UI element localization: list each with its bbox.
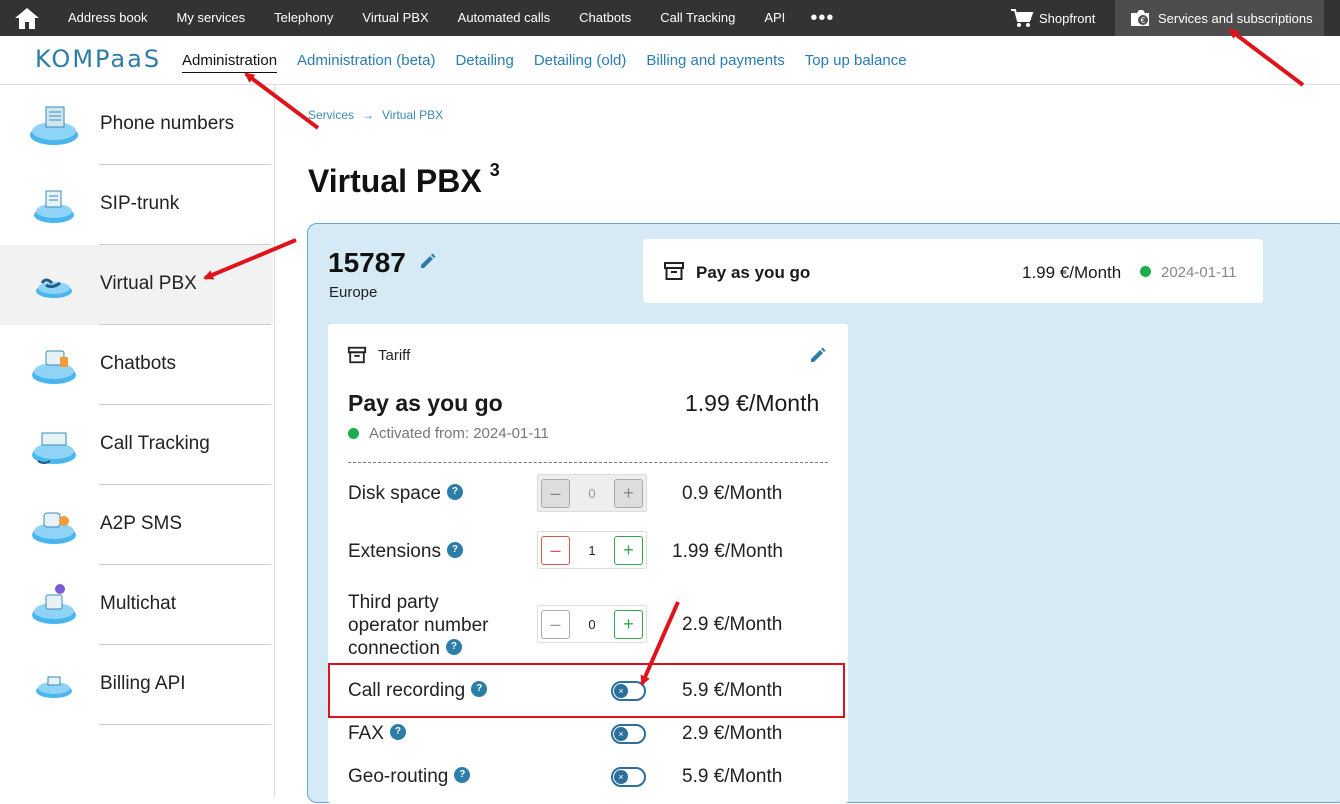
arrow-to-subscriptions (1228, 28, 1305, 87)
arrow-to-call-recording (640, 601, 680, 686)
annotation-arrows (203, 28, 1305, 686)
arrow-to-virtual-pbx (203, 238, 297, 280)
arrow-to-administration (244, 72, 320, 130)
